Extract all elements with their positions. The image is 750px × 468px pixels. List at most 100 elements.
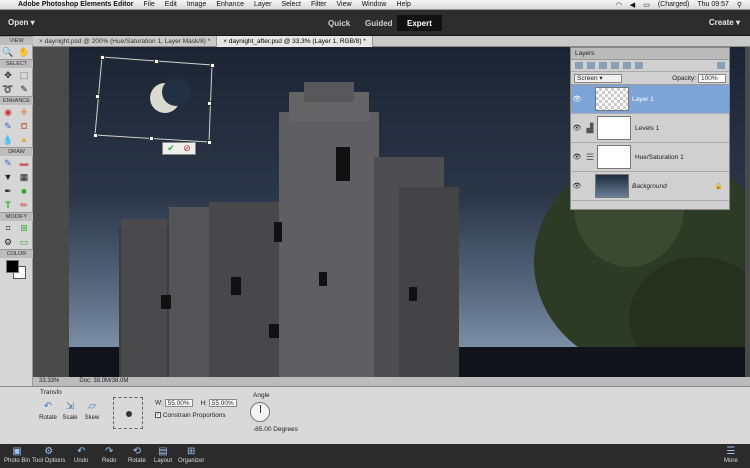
menu-window[interactable]: Window bbox=[362, 1, 387, 8]
photo-bin-button[interactable]: ▣ Photo Bin bbox=[4, 445, 30, 464]
zoom-level[interactable]: 33.33% bbox=[39, 377, 59, 386]
toolbox-section-enhance: ENHANCE bbox=[0, 96, 33, 105]
menu-file[interactable]: File bbox=[144, 1, 155, 8]
menu-help[interactable]: Help bbox=[396, 1, 410, 8]
layer-row[interactable]: 👁 Layer 1 bbox=[571, 85, 729, 114]
quick-select-tool-icon[interactable]: ✎ bbox=[19, 84, 29, 94]
clock[interactable]: Thu 09:57 bbox=[697, 1, 729, 8]
eraser-tool-icon[interactable]: ▬ bbox=[19, 158, 29, 168]
recompose-tool-icon[interactable]: ⊞ bbox=[19, 223, 29, 233]
foreground-color-swatch[interactable] bbox=[6, 260, 19, 273]
hand-tool-icon[interactable]: ✋ bbox=[18, 47, 29, 57]
blur-tool-icon[interactable]: 💧 bbox=[2, 135, 13, 145]
sponge-tool-icon[interactable]: ● bbox=[19, 135, 29, 145]
spot-healing-tool-icon[interactable]: ✚ bbox=[19, 107, 29, 117]
lasso-tool-icon[interactable]: ➰ bbox=[2, 84, 13, 94]
constrain-checkbox[interactable]: ✓ bbox=[155, 412, 161, 419]
scale-option-button[interactable]: ⇲ Scale bbox=[60, 401, 80, 421]
organizer-button[interactable]: ⊞ Organizer bbox=[178, 445, 204, 464]
mode-quick[interactable]: Quick bbox=[318, 15, 360, 31]
menu-enhance[interactable]: Enhance bbox=[216, 1, 244, 8]
angle-value[interactable]: -85.00 bbox=[253, 426, 271, 433]
type-tool-icon[interactable]: T bbox=[3, 200, 13, 210]
eye-icon[interactable]: 👁 bbox=[571, 182, 583, 190]
crop-tool-icon[interactable]: ⌗ bbox=[3, 223, 13, 233]
pencil-tool-icon[interactable]: ✏ bbox=[19, 200, 29, 210]
lock-all-icon[interactable] bbox=[635, 62, 643, 69]
zoom-tool-icon[interactable]: 🔍 bbox=[2, 47, 13, 57]
create-button[interactable]: Create ▾ bbox=[709, 18, 740, 27]
volume-icon[interactable]: ◀ bbox=[630, 1, 635, 9]
undo-icon: ↶ bbox=[76, 446, 86, 457]
new-layer-icon[interactable] bbox=[575, 62, 583, 69]
straighten-tool-icon[interactable]: ▭ bbox=[19, 237, 29, 247]
trash-icon[interactable] bbox=[717, 62, 725, 69]
rotate-button[interactable]: ⟲ Rotate bbox=[128, 445, 146, 464]
transform-handle[interactable] bbox=[154, 59, 159, 64]
move-tool-icon[interactable]: ✥ bbox=[3, 70, 13, 80]
doc-tab-active[interactable]: × daynight_after.psd @ 33.3% (Layer 1, R… bbox=[217, 36, 373, 47]
menu-select[interactable]: Select bbox=[281, 1, 300, 8]
header-bar: Open ▾ Quick Guided Expert Create ▾ bbox=[0, 10, 750, 36]
paint-bucket-tool-icon[interactable]: ▼ bbox=[3, 172, 13, 182]
new-group-icon[interactable] bbox=[587, 62, 595, 69]
more-button[interactable]: ☰ More bbox=[724, 445, 738, 464]
smart-brush-tool-icon[interactable]: ✎ bbox=[3, 121, 13, 131]
mode-guided[interactable]: Guided bbox=[355, 15, 403, 31]
eyedropper-tool-icon[interactable]: ✒ bbox=[3, 186, 13, 196]
layer-row[interactable]: 👁 ▟ Levels 1 bbox=[571, 114, 729, 143]
battery-icon[interactable]: ▭ bbox=[643, 1, 650, 9]
blend-mode-select[interactable]: Screen ▾ bbox=[574, 73, 622, 83]
rotate-option-button[interactable]: ↶ Rotate bbox=[38, 401, 58, 421]
height-input[interactable]: 55.00% bbox=[208, 399, 237, 407]
wifi-icon[interactable]: ◠ bbox=[616, 1, 622, 9]
mask-icon[interactable] bbox=[611, 62, 619, 69]
cancel-icon[interactable]: ⊘ bbox=[183, 143, 191, 154]
transform-handle[interactable] bbox=[207, 101, 212, 106]
menu-image[interactable]: Image bbox=[187, 1, 206, 8]
transform-handle[interactable] bbox=[95, 94, 100, 99]
layout-button[interactable]: ▤ Layout bbox=[154, 445, 172, 464]
menu-filter[interactable]: Filter bbox=[311, 1, 327, 8]
opacity-field[interactable]: 100% bbox=[698, 73, 726, 83]
marquee-tool-icon[interactable]: ⬚ bbox=[19, 70, 29, 80]
redo-button[interactable]: ↷ Redo bbox=[102, 445, 116, 464]
photo-bin-icon: ▣ bbox=[12, 446, 22, 457]
doc-tab[interactable]: × daynight.psd @ 200% (Hue/Saturation 1,… bbox=[33, 36, 218, 47]
width-input[interactable]: 55.00% bbox=[164, 399, 193, 407]
tool-options-title: Transfo bbox=[40, 389, 62, 396]
menu-view[interactable]: View bbox=[337, 1, 352, 8]
menu-edit[interactable]: Edit bbox=[165, 1, 177, 8]
app-menu[interactable]: Adobe Photoshop Elements Editor bbox=[18, 1, 134, 8]
content-move-tool-icon[interactable]: ⚙ bbox=[3, 237, 13, 247]
eye-icon[interactable]: 👁 bbox=[571, 95, 583, 103]
skew-option-button[interactable]: ▱ Skew bbox=[82, 401, 102, 421]
layer-row[interactable]: 👁 ☰ Hue/Saturation 1 bbox=[571, 143, 729, 172]
shape-tool-icon[interactable]: ■ bbox=[19, 186, 29, 196]
doc-size: Doc: 38.0M/38.0M bbox=[79, 378, 129, 384]
gradient-tool-icon[interactable]: ▦ bbox=[19, 172, 29, 182]
transform-handle[interactable] bbox=[210, 63, 215, 68]
eye-icon[interactable]: 👁 bbox=[571, 124, 583, 132]
tool-options-button[interactable]: ⚙ Tool Options bbox=[32, 445, 65, 464]
angle-dial[interactable] bbox=[250, 402, 270, 422]
transform-handle[interactable] bbox=[207, 140, 212, 145]
clone-stamp-tool-icon[interactable]: ⛾ bbox=[19, 121, 29, 131]
adjustment-layer-icon[interactable] bbox=[599, 62, 607, 69]
menu-layer[interactable]: Layer bbox=[254, 1, 272, 8]
mode-expert[interactable]: Expert bbox=[397, 15, 442, 31]
open-button[interactable]: Open ▾ bbox=[8, 18, 35, 27]
transform-handle[interactable] bbox=[93, 133, 98, 138]
document-tabs: × daynight.psd @ 200% (Hue/Saturation 1,… bbox=[33, 36, 750, 47]
commit-check-icon[interactable]: ✔ bbox=[167, 143, 175, 154]
search-icon[interactable]: ⚲ bbox=[737, 1, 742, 9]
lock-icon[interactable] bbox=[623, 62, 631, 69]
red-eye-tool-icon[interactable]: ◉ bbox=[3, 107, 13, 117]
transform-handle[interactable] bbox=[149, 136, 154, 141]
reference-point-locator[interactable] bbox=[113, 397, 143, 429]
eye-icon[interactable]: 👁 bbox=[571, 153, 583, 161]
brush-tool-icon[interactable]: ✎ bbox=[3, 158, 13, 168]
layer-row[interactable]: 👁 Background 🔒 bbox=[571, 172, 729, 201]
transform-handle[interactable] bbox=[100, 55, 105, 60]
undo-button[interactable]: ↶ Undo bbox=[74, 445, 88, 464]
